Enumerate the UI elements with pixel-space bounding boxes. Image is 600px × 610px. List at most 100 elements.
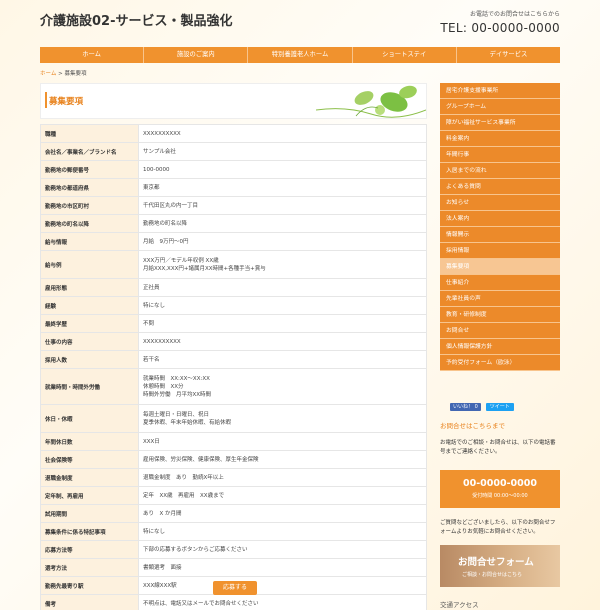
table-row: 経験 特になし: [40, 296, 427, 315]
table-row-label: 最終学歴: [40, 314, 139, 333]
table-row-label: 年間休日数: [40, 432, 139, 451]
table-row-value: 雇用保険、労災保険、健康保険、厚生年金保険: [138, 450, 427, 469]
sidebar-item[interactable]: 居宅介護支援事業所: [440, 83, 560, 99]
page-title: 募集要項: [49, 97, 84, 107]
nav-item-short-stay[interactable]: ショートステイ: [353, 47, 457, 63]
contact-phone-text: お電話でのご相談・お問合せは、以下の電話番号までご連絡ください。: [440, 440, 556, 455]
table-row-value: 千代田区丸の内一丁目: [138, 196, 427, 215]
table-row-label: 退職金制度: [40, 468, 139, 487]
table-row-value: 正社員: [138, 278, 427, 297]
contact-tel-number: 00-0000-0000: [463, 478, 537, 489]
header-tel[interactable]: TEL: 00-0000-0000: [440, 21, 560, 35]
table-row: 会社名／事業名／ブランド名 サンプル会社: [40, 142, 427, 161]
table-row-label: 休日・休暇: [40, 404, 139, 433]
nav-item-home[interactable]: ホーム: [40, 47, 145, 63]
sidebar-item[interactable]: お知らせ: [440, 195, 560, 211]
table-row-label: 選考方法: [40, 558, 139, 577]
sidebar-menu: 居宅介護支援事業所 グループホーム 障がい福祉サービス事業所 料金案内 年間行事 入居まで…: [440, 83, 560, 371]
table-row-label: 採用人数: [40, 350, 139, 369]
table-row: 仕事の内容 XXXXXXXXXX: [40, 332, 427, 351]
table-row-label: 勤務地の郵便番号: [40, 160, 139, 179]
contact-form-text: ご質問などございましたら、以下のお問合せフォームよりお気軽にお問合せください。: [440, 520, 556, 535]
contact-form-banner[interactable]: お問合せフォーム ご相談・お問合せはこちら: [440, 545, 560, 587]
table-row-label: 経験: [40, 296, 139, 315]
apply-button[interactable]: 応募する: [213, 581, 257, 595]
sidebar-item[interactable]: 仕事紹介: [440, 275, 560, 291]
tel-note: お電話でのお問合せはこちらから: [469, 11, 560, 18]
table-row: 社会保険等 雇用保険、労災保険、健康保険、厚生年金保険: [40, 450, 427, 469]
nav-item-day-service[interactable]: デイサービス: [457, 47, 560, 63]
table-row-value: サンプル会社: [138, 142, 427, 161]
sidebar-item[interactable]: 募集要項: [440, 259, 560, 275]
table-row: 年間休日数 XXX日: [40, 432, 427, 451]
table-row: 就業時間・時間外労働 就業時間 XX:XX〜XX:XX 休憩時間 XX分 時間外労…: [40, 368, 427, 405]
table-row-value: 下部の応募するボタンからご応募ください: [138, 540, 427, 559]
table-row: 雇用形態 正社員: [40, 278, 427, 297]
sidebar-item[interactable]: 教育・研修制度: [440, 307, 560, 323]
sidebar-item[interactable]: 予約受付フォーム（欧泳）: [440, 355, 560, 371]
table-row-value: XXX線XXX駅: [138, 576, 427, 595]
table-row-value: 定年 XX歳 再雇用 XX歳まで: [138, 486, 427, 505]
table-row-value: 退職金制度 あり 勤続X年以上: [138, 468, 427, 487]
table-row-value: 東京都: [138, 178, 427, 197]
title-accent-bar: [45, 92, 47, 108]
table-row-value: 100-0000: [138, 160, 427, 179]
table-row: 最終学歴 不問: [40, 314, 427, 333]
sidebar-item[interactable]: 入居までの流れ: [440, 163, 560, 179]
sidebar-item[interactable]: 先輩社員の声: [440, 291, 560, 307]
contact-form-title: お問合せフォーム: [458, 557, 534, 568]
sidebar-item[interactable]: 障がい福祉サービス事業所: [440, 115, 560, 131]
table-row-label: 備考: [40, 594, 139, 610]
table-row-label: 勤務先最寄り駅: [40, 576, 139, 595]
table-row: 給与情報 月給 9万円〜0円: [40, 232, 427, 251]
table-row: 試用期間 あり X か月間: [40, 504, 427, 523]
sidebar-item[interactable]: 法人案内: [440, 211, 560, 227]
table-row-label: 就業時間・時間外労働: [40, 368, 139, 405]
table-row-value: 若干名: [138, 350, 427, 369]
facebook-like-button[interactable]: いいね！ 0: [450, 403, 481, 411]
table-row: 応募方法等 下部の応募するボタンからご応募ください: [40, 540, 427, 559]
sidebar-item[interactable]: グループホーム: [440, 99, 560, 115]
tweet-button[interactable]: ツイート: [485, 403, 514, 411]
recruitment-table: 職種 XXXXXXXXXX 会社名／事業名／ブランド名 サンプル会社 勤務地の郵便番号 1…: [40, 124, 427, 610]
table-row-value: XXX日: [138, 432, 427, 451]
table-row: 勤務地の市区町村 千代田区丸の内一丁目: [40, 196, 427, 215]
table-row-label: 雇用形態: [40, 278, 139, 297]
table-row-label: 定年制、再雇用: [40, 486, 139, 505]
table-row-value: XXXXXXXXXX: [138, 124, 427, 143]
table-row-label: 給与情報: [40, 232, 139, 251]
table-row-value: XXX万円／モデル年収例 XX歳 月給XXX,XXX円+諸属月XX時間+各種手当…: [138, 250, 427, 279]
table-row-value: 不明点は、電話又はメールでお問合せください: [138, 594, 427, 610]
table-row-label: 試用期間: [40, 504, 139, 523]
table-row-label: 職種: [40, 124, 139, 143]
table-row: 勤務地の町名以降 勤務地の町名以降: [40, 214, 427, 233]
sidebar-item[interactable]: よくある質問: [440, 179, 560, 195]
nav-item-facility[interactable]: 施設のご案内: [144, 47, 249, 63]
sidebar-item[interactable]: 個人情報保護方針: [440, 339, 560, 355]
table-row-label: 勤務地の町名以降: [40, 214, 139, 233]
sidebar-item[interactable]: 料金案内: [440, 131, 560, 147]
global-nav: ホーム 施設のご案内 特別養護老人ホーム ショートステイ デイサービス: [40, 47, 560, 63]
breadcrumb-current: 募集要項: [64, 71, 87, 77]
breadcrumb: ホーム > 募集要項: [40, 69, 86, 77]
table-row: 職種 XXXXXXXXXX: [40, 124, 427, 143]
page-title-box: 募集要項: [40, 83, 427, 119]
sidebar-item[interactable]: 情報開示: [440, 227, 560, 243]
table-row: 定年制、再雇用 定年 XX歳 再雇用 XX歳まで: [40, 486, 427, 505]
table-row: 選考方法 書類選考 面接: [40, 558, 427, 577]
site-title[interactable]: 介護施設02-サービス・製品強化: [40, 10, 233, 29]
table-row-label: 勤務地の市区町村: [40, 196, 139, 215]
table-row: 募集条件に係る特記事項 特になし: [40, 522, 427, 541]
nav-item-nursing-home[interactable]: 特別養護老人ホーム: [248, 47, 353, 63]
table-row-value: 特になし: [138, 296, 427, 315]
sidebar-item[interactable]: お問合せ: [440, 323, 560, 339]
sidebar-item[interactable]: 採用情報: [440, 243, 560, 259]
table-row-label: 応募方法等: [40, 540, 139, 559]
table-row-value: あり X か月間: [138, 504, 427, 523]
table-row: 採用人数 若干名: [40, 350, 427, 369]
table-row-label: 社会保険等: [40, 450, 139, 469]
sidebar-item[interactable]: 年間行事: [440, 147, 560, 163]
contact-tel-box[interactable]: 00-0000-0000 受付時間 00:00〜00:00: [440, 470, 560, 508]
table-row: 備考 不明点は、電話又はメールでお問合せください: [40, 594, 427, 610]
breadcrumb-home[interactable]: ホーム: [40, 71, 56, 77]
